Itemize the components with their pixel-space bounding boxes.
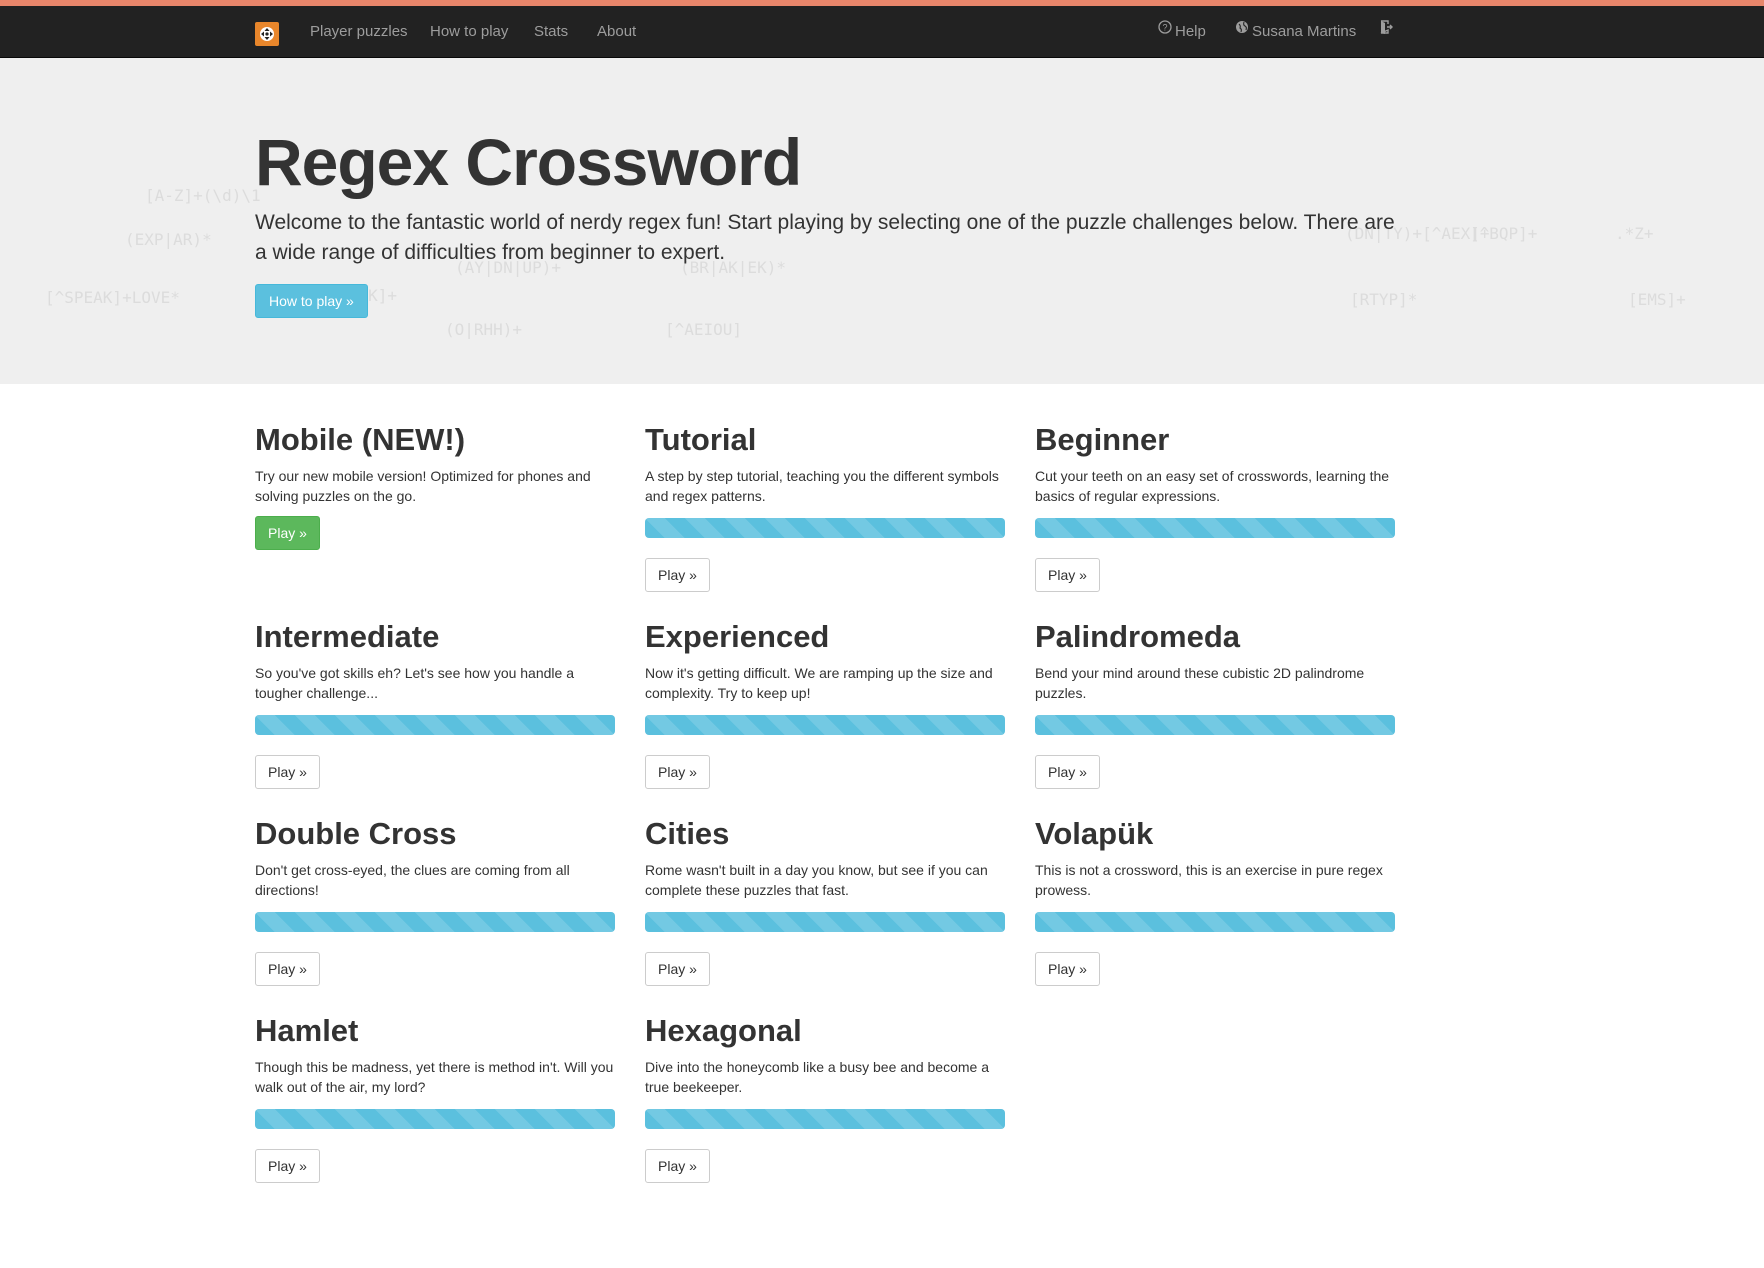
puzzle-card-mobile: Mobile (NEW!) Try our new mobile version… (255, 420, 615, 550)
puzzle-card-hamlet: Hamlet Though this be madness, yet there… (255, 1011, 615, 1183)
puzzle-description: Cut your teeth on an easy set of crosswo… (1035, 468, 1390, 504)
progress-fill (645, 912, 1005, 932)
play-button-volapuk[interactable]: Play » (1035, 952, 1100, 986)
puzzle-description: Dive into the honeycomb like a busy bee … (645, 1059, 989, 1095)
svg-text:?: ? (1162, 23, 1167, 33)
nav-stats[interactable]: Stats (534, 6, 568, 58)
puzzle-progress-bar (255, 1109, 615, 1129)
puzzle-progress-bar (1035, 715, 1395, 735)
how-to-play-button[interactable]: How to play » (255, 284, 368, 318)
progress-fill (645, 518, 1005, 538)
puzzle-progress-bar (645, 912, 1005, 932)
puzzle-description: This is not a crossword, this is an exer… (1035, 862, 1383, 898)
puzzle-title: Palindromeda (1035, 619, 1240, 654)
puzzle-description: Don't get cross-eyed, the clues are comi… (255, 862, 570, 898)
nav-player-puzzles[interactable]: Player puzzles (310, 6, 408, 58)
puzzle-title: Hexagonal (645, 1013, 802, 1048)
puzzle-card-tutorial: Tutorial A step by step tutorial, teachi… (645, 420, 1005, 592)
progress-fill (1035, 912, 1395, 932)
puzzle-description: Bend your mind around these cubistic 2D … (1035, 665, 1365, 701)
puzzle-progress-bar (255, 715, 615, 735)
hero-lead: Welcome to the fantastic world of nerdy … (255, 211, 1395, 264)
nav-about[interactable]: About (597, 6, 636, 58)
puzzle-title: Double Cross (255, 816, 457, 851)
puzzle-progress-bar (1035, 518, 1395, 538)
puzzle-title: Experienced (645, 619, 830, 654)
progress-fill (255, 715, 615, 735)
puzzle-progress-bar (255, 912, 615, 932)
logo-icon[interactable] (255, 22, 279, 46)
progress-fill (645, 1109, 1005, 1129)
play-button-double-cross[interactable]: Play » (255, 952, 320, 986)
puzzle-card-experienced: Experienced Now it's getting difficult. … (645, 617, 1005, 789)
play-button-hamlet[interactable]: Play » (255, 1149, 320, 1183)
puzzle-title: Volapük (1035, 816, 1154, 851)
puzzle-description: Though this be madness, yet there is met… (255, 1059, 614, 1095)
puzzle-description: A step by step tutorial, teaching you th… (645, 468, 999, 504)
nav-help[interactable]: ? Help (1158, 6, 1206, 58)
progress-fill (1035, 715, 1395, 735)
progress-fill (255, 1109, 615, 1129)
puzzle-card-hexagonal: Hexagonal Dive into the honeycomb like a… (645, 1011, 1005, 1183)
puzzle-title: Hamlet (255, 1013, 359, 1048)
progress-fill (255, 912, 615, 932)
puzzle-card-cities: Cities Rome wasn't built in a day you kn… (645, 814, 1005, 986)
puzzle-progress-bar (645, 1109, 1005, 1129)
page-title: Regex Crossword (255, 125, 802, 199)
puzzle-description: Try our new mobile version! Optimized fo… (255, 468, 591, 504)
puzzle-card-double-cross: Double Cross Don't get cross-eyed, the c… (255, 814, 615, 986)
puzzle-description: Rome wasn't built in a day you know, but… (645, 862, 988, 898)
hero-content: Regex Crossword Welcome to the fantastic… (255, 122, 1395, 318)
puzzle-progress-bar (1035, 912, 1395, 932)
puzzle-title: Cities (645, 816, 730, 851)
puzzle-description: Now it's getting difficult. We are rampi… (645, 665, 993, 701)
progress-fill (645, 715, 1005, 735)
play-button-beginner[interactable]: Play » (1035, 558, 1100, 592)
play-button-intermediate[interactable]: Play » (255, 755, 320, 789)
play-button-cities[interactable]: Play » (645, 952, 710, 986)
crossword-logo-icon (260, 27, 274, 41)
puzzle-progress-bar (645, 518, 1005, 538)
play-button-experienced[interactable]: Play » (645, 755, 710, 789)
play-button-hexagonal[interactable]: Play » (645, 1149, 710, 1183)
puzzle-card-palindromeda: Palindromeda Bend your mind around these… (1035, 617, 1395, 789)
play-button-tutorial[interactable]: Play » (645, 558, 710, 592)
nav-help-label: Help (1175, 23, 1206, 40)
puzzle-title: Tutorial (645, 422, 757, 457)
hero-jumbotron: [A-Z]+(\d)\1 (EXP|AR)* [^SPEAK]+LOVE* [S… (0, 58, 1764, 384)
puzzle-card-volapuk: Volapük This is not a crossword, this is… (1035, 814, 1395, 986)
puzzle-title: Beginner (1035, 422, 1170, 457)
puzzle-card-intermediate: Intermediate So you've got skills eh? Le… (255, 617, 615, 789)
puzzle-title: Intermediate (255, 619, 440, 654)
puzzle-description: So you've got skills eh? Let's see how y… (255, 665, 574, 701)
play-button-mobile[interactable]: Play » (255, 516, 320, 550)
nav-user-name: Susana Martins (1252, 23, 1357, 40)
navbar: Player puzzles How to play Stats About ?… (0, 6, 1764, 58)
puzzle-title: Mobile (NEW!) (255, 422, 466, 457)
question-circle-icon: ? (1158, 4, 1172, 56)
logout-icon (1379, 4, 1393, 56)
play-button-palindromeda[interactable]: Play » (1035, 755, 1100, 789)
puzzle-progress-bar (645, 715, 1005, 735)
globe-icon (1235, 4, 1249, 56)
logout-button[interactable] (1379, 6, 1396, 58)
progress-fill (1035, 518, 1395, 538)
nav-user[interactable]: Susana Martins (1235, 6, 1356, 58)
nav-how-to-play[interactable]: How to play (430, 6, 508, 58)
puzzle-card-beginner: Beginner Cut your teeth on an easy set o… (1035, 420, 1395, 592)
navbar-inner: Player puzzles How to play Stats About ?… (255, 6, 1764, 58)
